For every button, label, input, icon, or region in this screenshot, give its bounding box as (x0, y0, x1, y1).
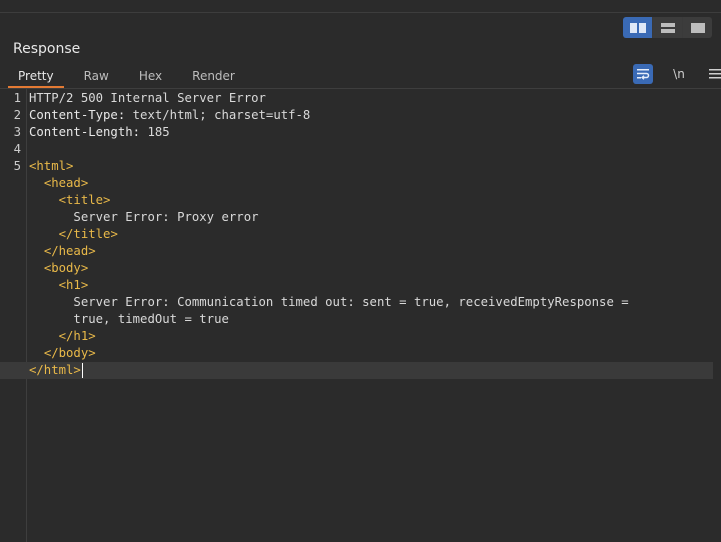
tab-raw[interactable]: Raw (74, 66, 119, 88)
editor-tools: \n (633, 64, 721, 84)
code-line: 5 <html> (0, 158, 721, 175)
response-editor[interactable]: 1 HTTP/2 500 Internal Server Error 2 Conten… (0, 90, 721, 379)
code-line: <title> (0, 192, 721, 209)
tab-hex[interactable]: Hex (129, 66, 172, 88)
line-content: <title> (29, 192, 111, 209)
html-tag: </body> (43, 346, 96, 360)
code-line: </html> (0, 362, 713, 379)
header-value: text/html; charset=utf-8 (125, 108, 311, 122)
line-content: </body> (29, 345, 96, 362)
line-content: <head> (29, 175, 88, 192)
header-name: Content-Length: (29, 125, 141, 139)
split-horizontal-icon (629, 22, 646, 33)
header-value: 185 (140, 125, 170, 139)
code-line: <head> (0, 175, 721, 192)
panel-title: Response (13, 41, 81, 57)
line-number: 4 (13, 142, 21, 156)
code-line: 4 (0, 141, 721, 158)
code-line: <h1> (0, 277, 721, 294)
text-content: true, timedOut = true (73, 312, 229, 326)
line-number: 2 (13, 108, 21, 122)
html-tag: </html> (29, 363, 81, 377)
line-content: </head> (29, 243, 96, 260)
line-content: true, timedOut = true (29, 311, 229, 328)
text-cursor (81, 363, 83, 378)
line-content: Server Error: Proxy error (29, 209, 259, 226)
code-line: <body> (0, 260, 721, 277)
html-tag: <h1> (58, 278, 89, 292)
line-content: HTTP/2 500 Internal Server Error (29, 90, 266, 107)
html-tag: </head> (43, 244, 96, 258)
code-line: </h1> (0, 328, 721, 345)
line-content: <body> (29, 260, 88, 277)
view-tabs: Pretty Raw Hex Render (8, 66, 255, 88)
panel-top-border (0, 12, 721, 13)
menu-button[interactable] (705, 64, 721, 84)
line-content: </title> (29, 226, 118, 243)
line-content: </h1> (29, 328, 96, 345)
single-panel-icon (690, 22, 705, 33)
line-content: <html> (29, 158, 73, 175)
split-vertical-layout-button[interactable] (653, 17, 682, 38)
tab-pretty[interactable]: Pretty (8, 66, 64, 88)
code-line: </head> (0, 243, 721, 260)
response-panel: Response Pretty Raw Hex Render \n 1 HTTP… (0, 0, 721, 542)
split-horizontal-layout-button[interactable] (623, 17, 652, 38)
wrap-lines-icon (637, 69, 650, 80)
code-line: Server Error: Communication timed out: s… (0, 294, 721, 311)
line-content: </html> (29, 362, 83, 379)
line-number: 3 (13, 125, 21, 139)
line-content: Content-Type: text/html; charset=utf-8 (29, 107, 310, 124)
html-tag: <body> (43, 261, 89, 275)
html-tag: <head> (43, 176, 89, 190)
html-tag: <title> (58, 193, 111, 207)
line-content: Server Error: Communication timed out: s… (29, 294, 629, 311)
html-tag: <html> (29, 159, 74, 173)
hamburger-menu-icon (709, 69, 721, 79)
code-line: </title> (0, 226, 721, 243)
html-tag: </title> (58, 227, 118, 241)
header-name: Content-Type: (29, 108, 126, 122)
code-line: 3 Content-Length: 185 (0, 124, 721, 141)
text-content: Server Error: Proxy error (73, 210, 259, 224)
text-content: Server Error: Communication timed out: s… (73, 295, 629, 309)
single-panel-layout-button[interactable] (683, 17, 712, 38)
code-line: </body> (0, 345, 721, 362)
code-line: 2 Content-Type: text/html; charset=utf-8 (0, 107, 721, 124)
split-vertical-icon (660, 22, 675, 33)
editor-top-border (0, 88, 721, 89)
code-line: 1 HTTP/2 500 Internal Server Error (0, 90, 721, 107)
line-content: <h1> (29, 277, 89, 294)
view-layout-toggle (623, 17, 712, 38)
html-tag: </h1> (58, 329, 96, 343)
show-newlines-button[interactable]: \n (669, 64, 689, 84)
line-number: 5 (13, 159, 21, 173)
code-line: true, timedOut = true (0, 311, 721, 328)
line-content: Content-Length: 185 (29, 124, 170, 141)
tab-render[interactable]: Render (182, 66, 245, 88)
text-content: HTTP/2 500 Internal Server Error (29, 91, 266, 105)
wrap-lines-button[interactable] (633, 64, 653, 84)
code-line: Server Error: Proxy error (0, 209, 721, 226)
line-number: 1 (13, 91, 21, 105)
